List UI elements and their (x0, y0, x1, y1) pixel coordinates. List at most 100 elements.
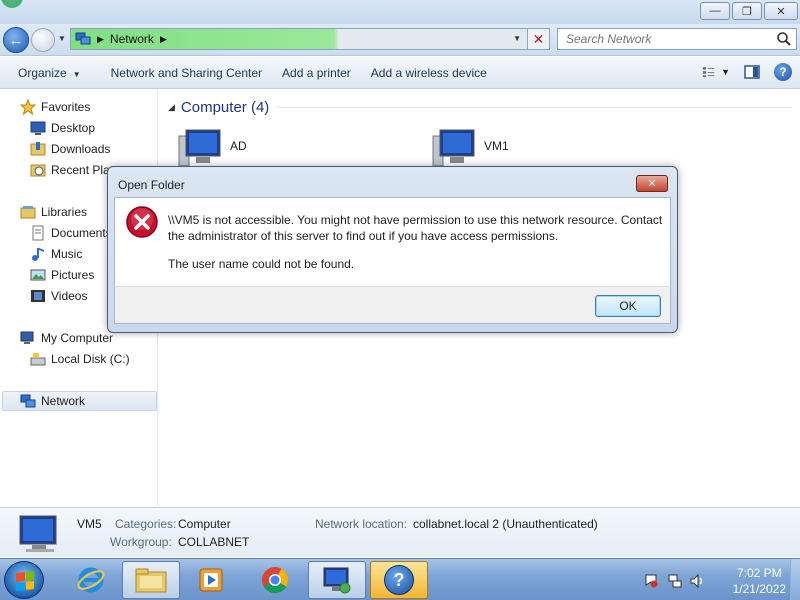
dialog-close-button[interactable]: ✕ (636, 175, 668, 192)
dialog-message: \\VM5 is not accessible. You might not h… (168, 212, 668, 244)
sidebar-item-documents[interactable]: Documents (30, 223, 108, 243)
media-player-icon (199, 568, 223, 592)
recent-places-icon (30, 164, 46, 177)
sidebar-item-label: Libraries (41, 205, 88, 219)
network-tray-icon[interactable] (668, 574, 682, 588)
organize-label: Organize (18, 65, 67, 80)
computer-item-vm1[interactable]: VM1 (432, 128, 509, 168)
taskbar-internet-explorer[interactable] (62, 561, 120, 599)
breadcrumb-separator-icon[interactable]: ▶ (160, 34, 167, 45)
pictures-icon (30, 269, 46, 281)
command-bar-right: ▼ ? (702, 61, 792, 83)
sidebar-item-network[interactable]: Network (2, 391, 157, 411)
window-app-icon (1, 0, 23, 8)
dialog-footer: OK (114, 286, 671, 324)
sidebar-item-videos[interactable]: Videos (30, 286, 87, 306)
computer-icon (432, 129, 475, 167)
libraries-icon (20, 206, 36, 219)
action-center-icon[interactable] (644, 574, 658, 588)
dialog-title: Open Folder (118, 178, 185, 192)
star-icon (20, 99, 36, 115)
computer-icon (19, 515, 57, 552)
chevron-down-icon: ▼ (72, 69, 81, 79)
help-button[interactable]: ? (774, 63, 792, 81)
window-controls: — ❐ ✕ (700, 2, 798, 20)
dialog-message-line: the administrator of this server to find… (168, 229, 559, 243)
search-icon[interactable] (776, 31, 792, 47)
command-bar: Organize ▼ Network and Sharing Center Add… (0, 57, 800, 89)
sidebar-item-local-disk[interactable]: Local Disk (C:) (30, 349, 130, 369)
add-printer-button[interactable]: Add a printer (273, 61, 360, 85)
address-dropdown-icon[interactable]: ▼ (513, 34, 521, 43)
close-window-button[interactable]: ✕ (764, 2, 798, 20)
taskbar-windows-explorer[interactable] (122, 561, 180, 599)
taskbar-help-and-support[interactable]: ? (370, 561, 428, 599)
taskbar-clock[interactable]: 7:02 PM 1/21/2022 (733, 565, 786, 597)
sidebar-item-pictures[interactable]: Pictures (30, 265, 94, 285)
clock-date: 1/21/2022 (732, 582, 786, 596)
navigation-bar: ← ▼ ▶ Network ▶ ▼ ✕ (0, 24, 800, 56)
details-pane: VM5 Categories: Computer Workgroup: COLL… (0, 507, 800, 557)
ok-button[interactable]: OK (595, 295, 661, 317)
window-titlebar: — ❐ ✕ (0, 0, 800, 26)
organize-menu[interactable]: Organize ▼ (0, 61, 90, 85)
computer-item-ad[interactable]: AD (178, 128, 247, 168)
maximize-button[interactable]: ❐ (732, 2, 762, 20)
show-desktop-button[interactable] (790, 559, 800, 600)
add-wireless-device-button[interactable]: Add a wireless device (362, 61, 496, 85)
open-folder-dialog: Open Folder ✕ \\VM5 is not accessible. Y… (107, 166, 678, 333)
start-button[interactable] (4, 561, 44, 599)
windows-logo-icon (16, 571, 34, 591)
sidebar-item-label: My Computer (41, 331, 114, 345)
computer-name: VM1 (484, 139, 509, 153)
preview-pane-icon (744, 65, 760, 79)
preview-pane-button[interactable] (738, 61, 766, 83)
sidebar-item-libraries[interactable]: Libraries (20, 202, 87, 222)
view-dropdown-icon[interactable]: ▼ (721, 67, 730, 77)
sidebar-item-downloads[interactable]: Downloads (30, 139, 110, 159)
videos-icon (31, 290, 45, 302)
sidebar-item-label: Desktop (51, 121, 96, 135)
sidebar-item-label: Favorites (41, 100, 91, 114)
history-dropdown-icon[interactable]: ▼ (58, 34, 66, 43)
music-icon (32, 248, 44, 261)
internet-explorer-icon (77, 567, 105, 593)
categories-value: Computer (178, 517, 231, 531)
sidebar-item-desktop[interactable]: Desktop (30, 118, 95, 138)
workgroup-value: COLLABNET (178, 535, 250, 549)
network-icon (75, 32, 91, 45)
documents-icon (32, 225, 44, 241)
dialog-body: \\VM5 is not accessible. You might not h… (114, 197, 671, 286)
remote-desktop-icon (323, 567, 351, 594)
network-icon (20, 394, 36, 408)
chrome-icon (262, 567, 289, 594)
search-input[interactable] (558, 29, 768, 49)
sidebar-item-favorites[interactable]: Favorites (20, 97, 90, 117)
taskbar-remote-desktop[interactable] (308, 561, 366, 599)
downloads-folder-icon (30, 142, 46, 156)
computer-icon (20, 331, 34, 344)
forward-button[interactable] (31, 28, 55, 52)
sidebar-item-label: Local Disk (C:) (51, 352, 130, 366)
sidebar-item-label: Pictures (51, 268, 95, 282)
group-header-computer[interactable]: ◢ Computer (4) (168, 96, 792, 118)
taskbar-media-player[interactable] (182, 561, 240, 599)
address-bar[interactable]: ▶ Network ▶ ▼ ✕ (70, 28, 550, 50)
desktop-icon (30, 121, 46, 135)
breadcrumb-network[interactable]: Network (110, 32, 154, 46)
dialog-detail: The user name could not be found. (168, 257, 355, 271)
collapse-triangle-icon[interactable]: ◢ (168, 102, 175, 113)
taskbar-chrome[interactable] (246, 561, 304, 599)
change-view-button[interactable]: ▼ (702, 61, 730, 83)
minimize-button[interactable]: — (700, 2, 730, 20)
network-sharing-center-button[interactable]: Network and Sharing Center (102, 61, 271, 85)
sidebar-item-my-computer[interactable]: My Computer (20, 328, 113, 348)
sidebar-item-music[interactable]: Music (30, 244, 82, 264)
volume-icon[interactable] (690, 574, 706, 588)
stop-button[interactable]: ✕ (527, 29, 549, 49)
sidebar-item-recent-places[interactable]: Recent Places (30, 160, 108, 180)
folder-icon (135, 568, 167, 593)
back-button[interactable]: ← (3, 27, 29, 53)
dialog-message-line: \\VM5 is not accessible. You might not h… (168, 213, 663, 227)
search-box (557, 28, 797, 50)
